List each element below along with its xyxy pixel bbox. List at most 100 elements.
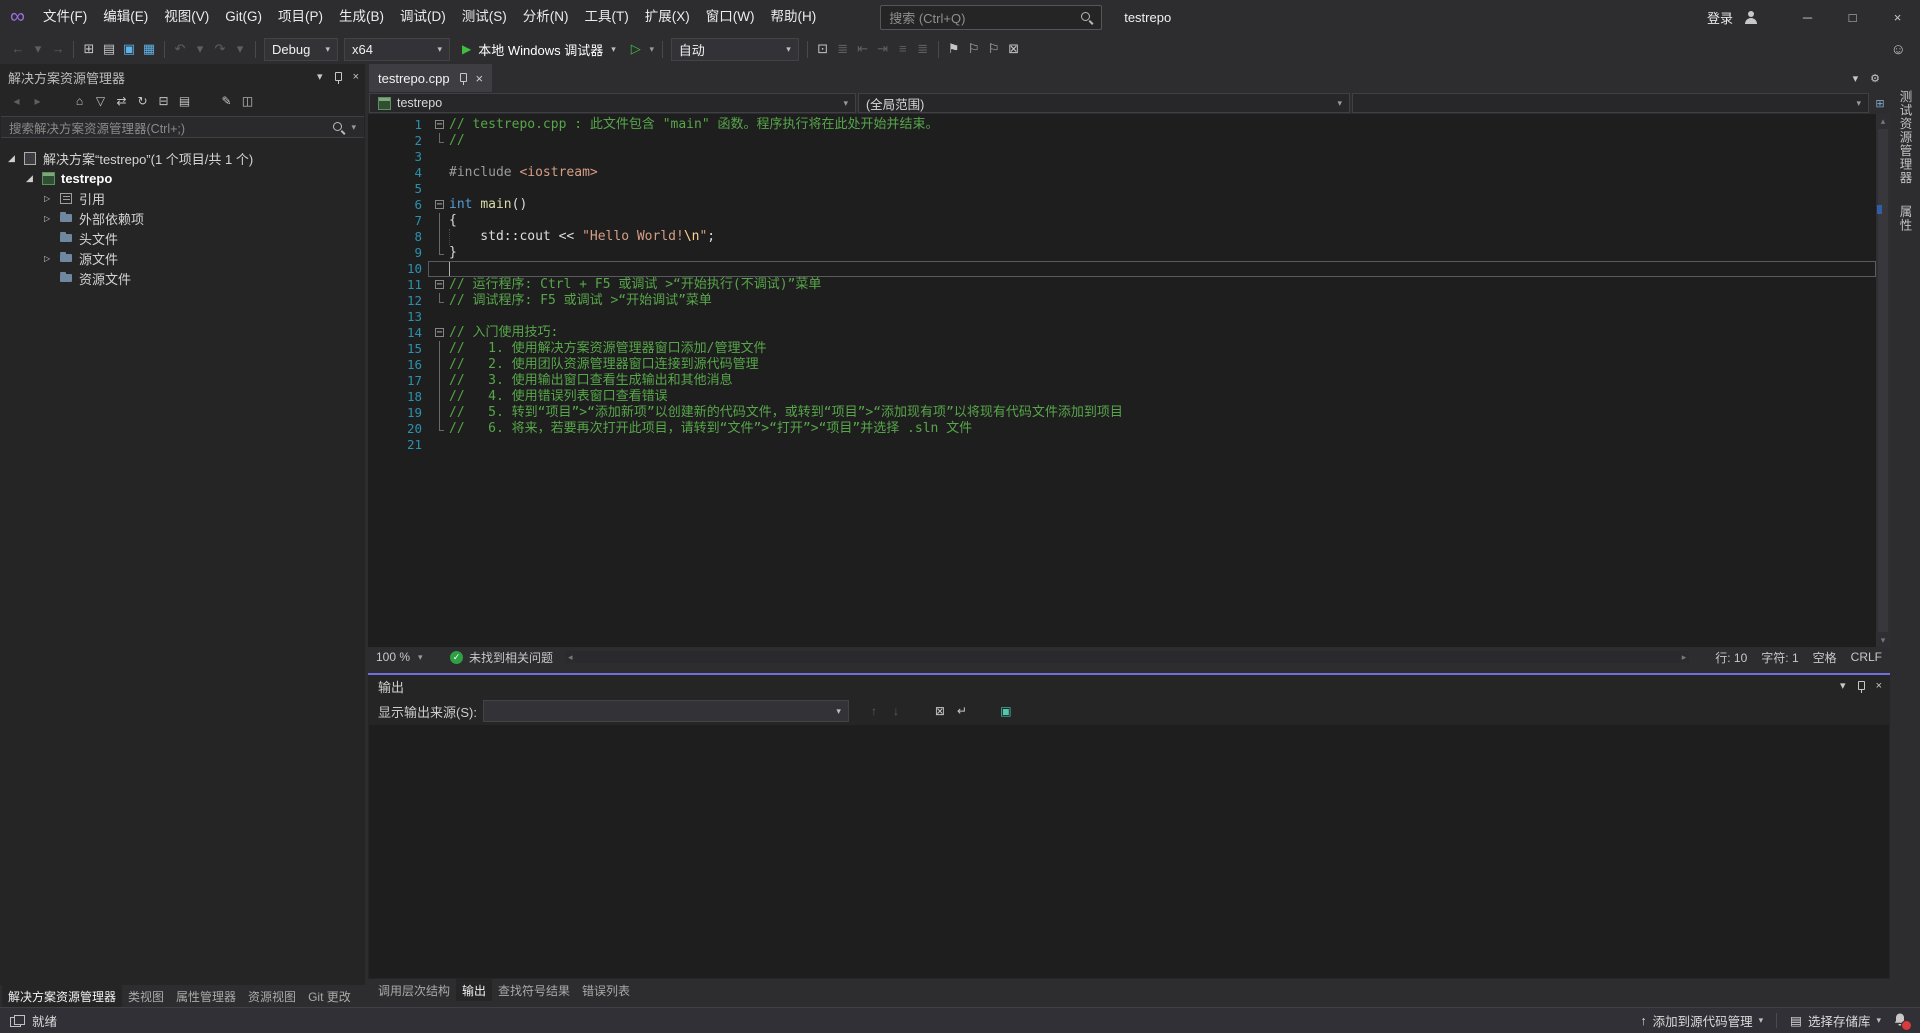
code-line[interactable]: 1// testrepo.cpp : 此文件包含 "main" 函数。程序执行将… — [368, 117, 1876, 133]
code-line-body[interactable]: // 入门使用技巧: — [428, 325, 1876, 341]
code-line-body[interactable]: // testrepo.cpp : 此文件包含 "main" 函数。程序执行将在… — [428, 117, 1876, 133]
code-line[interactable]: 17// 3. 使用输出窗口查看生成输出和其他消息 — [368, 373, 1876, 389]
explorer-forward-icon[interactable]: ▸ — [27, 88, 48, 114]
indent-decrease-icon[interactable]: ⇤ — [853, 34, 873, 64]
member-scope-dropdown[interactable]: ▾ — [1352, 93, 1869, 113]
output-content[interactable] — [369, 725, 1889, 978]
break-all-icon[interactable]: ≣ — [833, 34, 853, 64]
tab-output[interactable]: 输出 — [456, 979, 492, 1001]
code-line[interactable]: 13 — [368, 309, 1876, 325]
tab-list-chevron-icon[interactable]: ▾ — [1853, 72, 1859, 85]
show-all-files-icon[interactable]: ▤ — [174, 88, 195, 114]
code-line-body[interactable]: // 1. 使用解决方案资源管理器窗口添加/管理文件 — [428, 341, 1876, 357]
code-line-body[interactable]: std::cout << "Hello World!\n"; — [428, 229, 1876, 245]
tree-item-external-dependencies[interactable]: 外部依赖项 — [0, 208, 365, 228]
menu-extensions[interactable]: 扩展(X) — [637, 0, 698, 34]
code-line-body[interactable] — [428, 437, 1876, 453]
background-tasks-icon[interactable] — [10, 1015, 24, 1027]
menu-window[interactable]: 窗口(W) — [698, 0, 763, 34]
maximize-button[interactable]: □ — [1830, 0, 1875, 34]
solution-platform-dropdown[interactable]: x64 ▾ — [344, 38, 450, 61]
code-line-body[interactable]: // — [428, 133, 1876, 149]
user-account-icon[interactable] — [1743, 10, 1759, 25]
pin-icon[interactable] — [332, 71, 344, 84]
select-repository-button[interactable]: ▤ 选择存储库 ▾ — [1790, 1011, 1881, 1030]
tree-expander-icon[interactable] — [8, 153, 23, 164]
tab-resource-view[interactable]: 资源视图 — [242, 985, 302, 1007]
save-icon[interactable]: ▣ — [119, 34, 139, 64]
fold-toggle-icon[interactable] — [432, 277, 449, 293]
menu-file[interactable]: 文件(F) — [35, 0, 95, 34]
code-line[interactable]: 19// 5. 转到“项目”>“添加新项”以创建新的代码文件，或转到“项目”>“… — [368, 405, 1876, 421]
code-line-body[interactable] — [428, 181, 1876, 197]
zoom-dropdown[interactable]: 100 % ▾ — [376, 650, 438, 664]
tree-item-resource-files[interactable]: 资源文件 — [0, 268, 365, 288]
code-line-body[interactable]: // 运行程序: Ctrl + F5 或调试 >“开始执行(不调试)”菜单 — [428, 277, 1876, 293]
uncomment-icon[interactable]: ≣ — [913, 34, 933, 64]
code-line[interactable]: 9} — [368, 245, 1876, 261]
preview-selected-icon[interactable]: ◫ — [237, 88, 258, 114]
redo-caret-icon[interactable]: ▾ — [230, 34, 250, 64]
hot-reload-icon[interactable]: ⊡ — [813, 34, 833, 64]
next-bookmark-icon[interactable]: ⚐ — [984, 34, 1004, 64]
properties-icon[interactable]: ✎ — [216, 88, 237, 114]
code-line[interactable]: 7{ — [368, 213, 1876, 229]
tab-properties[interactable]: 属性 — [1896, 205, 1915, 232]
close-panel-icon[interactable]: × — [1876, 679, 1882, 693]
code-editor-area[interactable]: 1// testrepo.cpp : 此文件包含 "main" 函数。程序执行将… — [368, 114, 1890, 647]
output-source-dropdown[interactable]: ▾ — [483, 700, 849, 722]
pin-tab-icon[interactable] — [457, 72, 469, 85]
collapse-all-icon[interactable]: ⊟ — [153, 88, 174, 114]
start-debugging-button[interactable]: ▶ 本地 Windows 调试器 ▾ — [453, 37, 625, 61]
solution-search-input[interactable]: 搜索解决方案资源管理器(Ctrl+;) ▾ — [1, 116, 364, 138]
code-line[interactable]: 6int main() — [368, 197, 1876, 213]
add-to-source-control-button[interactable]: ↑ 添加到源代码管理 ▾ — [1640, 1011, 1763, 1030]
code-line[interactable]: 12// 调试程序: F5 或调试 >“开始调试”菜单 — [368, 293, 1876, 309]
code-line-body[interactable]: } — [428, 245, 1876, 261]
sync-with-active-document-icon[interactable]: ⇄ — [111, 88, 132, 114]
feedback-icon[interactable]: ☺ — [1891, 41, 1912, 58]
menu-edit[interactable]: 编辑(E) — [95, 0, 156, 34]
menu-test[interactable]: 测试(S) — [454, 0, 515, 34]
redo-icon[interactable]: ↷ — [210, 34, 230, 64]
horizontal-scrollbar[interactable]: ◂ ▸ — [565, 651, 1689, 663]
code-line[interactable]: 14// 入门使用技巧: — [368, 325, 1876, 341]
code-line[interactable]: 8 std::cout << "Hello World!\n"; — [368, 229, 1876, 245]
code-line[interactable]: 20// 6. 将来，若要再次打开此项目，请转到“文件”>“打开”>“项目”并选… — [368, 421, 1876, 437]
goto-next-message-icon[interactable]: ↓ — [887, 698, 905, 724]
notifications-bell-icon[interactable] — [1892, 1012, 1910, 1030]
save-all-icon[interactable]: ▦ — [139, 34, 159, 64]
solution-configuration-dropdown[interactable]: Debug ▾ — [264, 38, 338, 61]
tree-item-header-files[interactable]: 头文件 — [0, 228, 365, 248]
clear-all-icon[interactable]: ⊠ — [931, 698, 949, 724]
tab-call-hierarchy[interactable]: 调用层次结构 — [372, 979, 456, 1001]
navigate-back-icon[interactable]: ← — [8, 34, 28, 64]
auto-scroll-icon[interactable]: ▣ — [997, 698, 1015, 724]
indent-increase-icon[interactable]: ⇥ — [873, 34, 893, 64]
menu-view[interactable]: 视图(V) — [156, 0, 217, 34]
fold-toggle-icon[interactable] — [432, 117, 449, 133]
eol-indicator[interactable]: CRLF — [1851, 650, 1882, 664]
chevron-down-icon[interactable]: ▾ — [351, 122, 356, 133]
window-position-icon[interactable]: ▾ — [1840, 679, 1846, 693]
navigate-forward-icon[interactable]: → — [48, 34, 68, 64]
comment-icon[interactable]: ≡ — [893, 34, 913, 64]
menu-analyze[interactable]: 分析(N) — [515, 0, 577, 34]
tab-git-changes[interactable]: Git 更改 — [302, 985, 357, 1007]
tab-testrepo-cpp[interactable]: testrepo.cpp × — [369, 64, 492, 92]
goto-previous-message-icon[interactable]: ↑ — [865, 698, 883, 724]
menu-git[interactable]: Git(G) — [217, 0, 270, 34]
undo-icon[interactable]: ↶ — [170, 34, 190, 64]
code-editor[interactable]: 1// testrepo.cpp : 此文件包含 "main" 函数。程序执行将… — [368, 117, 1876, 453]
minimize-button[interactable]: ─ — [1785, 0, 1830, 34]
tab-find-symbol-results[interactable]: 查找符号结果 — [492, 979, 576, 1001]
tree-item-solution[interactable]: 解决方案“testrepo”(1 个项目/共 1 个) — [0, 148, 365, 168]
code-line[interactable]: 3 — [368, 149, 1876, 165]
spaces-indicator[interactable]: 空格 — [1813, 649, 1837, 666]
code-line[interactable]: 4#include <iostream> — [368, 165, 1876, 181]
tab-test-explorer[interactable]: 测试资源管理器 — [1896, 90, 1915, 185]
start-without-debugging-icon[interactable]: ▷ — [625, 34, 647, 64]
code-line-body[interactable] — [428, 261, 1876, 277]
settings-gear-icon[interactable]: ⚙ — [1870, 72, 1880, 85]
tab-class-view[interactable]: 类视图 — [122, 985, 170, 1007]
